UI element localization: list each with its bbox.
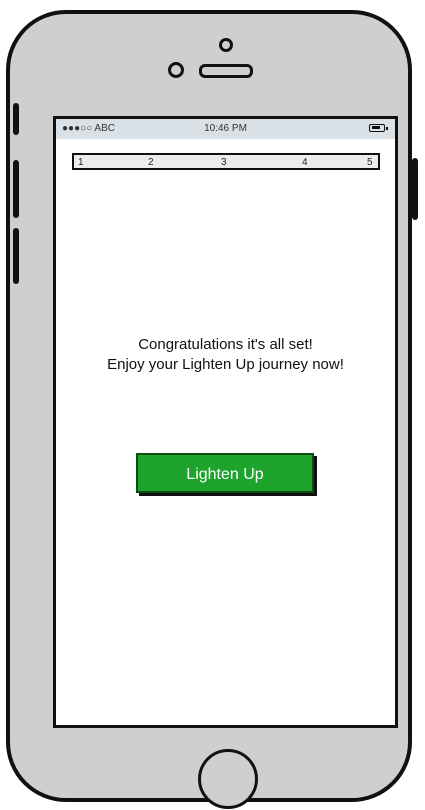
progress-steps: 1 2 3 4 5 xyxy=(72,153,380,170)
side-button-volume-down[interactable] xyxy=(13,228,19,284)
message-line-1: Congratulations it's all set! xyxy=(138,336,313,353)
earpiece-speaker xyxy=(199,64,253,78)
phone-frame: ●●●○○ ABC 10:46 PM 1 2 3 4 5 Congratulat… xyxy=(6,10,412,809)
sensor-dot xyxy=(219,38,233,52)
side-button-power[interactable] xyxy=(412,158,418,220)
status-time: 10:46 PM xyxy=(204,123,247,134)
step-3: 3 xyxy=(221,157,227,168)
message-line-2: Enjoy your Lighten Up journey now! xyxy=(107,356,344,373)
front-camera xyxy=(168,62,184,78)
confirmation-message: Congratulations it's all set! Enjoy your… xyxy=(56,335,395,375)
side-button-volume-up[interactable] xyxy=(13,160,19,218)
step-4: 4 xyxy=(302,157,308,168)
step-5: 5 xyxy=(367,157,373,168)
home-button[interactable] xyxy=(198,749,258,809)
lighten-up-button[interactable]: Lighten Up xyxy=(136,453,314,493)
step-1: 1 xyxy=(78,157,84,168)
battery-icon xyxy=(369,124,388,132)
step-2: 2 xyxy=(148,157,154,168)
status-bar: ●●●○○ ABC 10:46 PM xyxy=(56,119,395,139)
screen: ●●●○○ ABC 10:46 PM 1 2 3 4 5 Congratulat… xyxy=(53,116,398,728)
side-button-mute[interactable] xyxy=(13,103,19,135)
